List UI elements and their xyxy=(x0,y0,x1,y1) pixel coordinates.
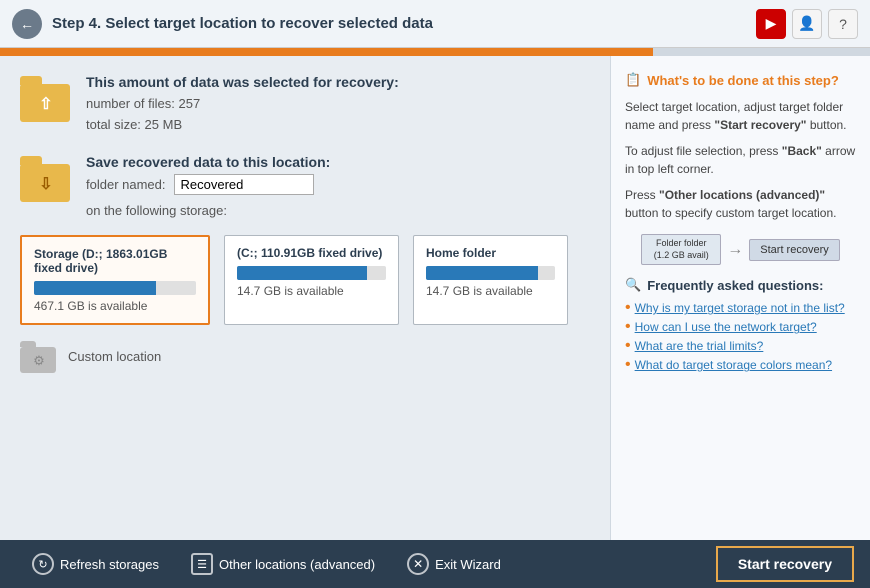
folder-upload-icon: ⇧ xyxy=(20,74,72,122)
what-title-row: 📋 What's to be done at this step? xyxy=(625,72,856,88)
custom-location-label: Custom location xyxy=(68,349,161,364)
storage-home-bar-fill xyxy=(426,266,538,280)
storage-c-bar-bg xyxy=(237,266,386,280)
faq-link-4[interactable]: What do target storage colors mean? xyxy=(635,358,832,372)
other-locations-button[interactable]: ☰ Other locations (advanced) xyxy=(175,540,391,588)
storage-home-available: 14.7 GB is available xyxy=(426,284,555,298)
header-title: Step 4. Select target location to recove… xyxy=(52,15,433,32)
storage-c-available: 14.7 GB is available xyxy=(237,284,386,298)
files-info: number of files: 257 xyxy=(86,94,399,115)
faq-item-4: • What do target storage colors mean? xyxy=(625,358,856,373)
right-desc3: Press "Other locations (advanced)" butto… xyxy=(625,186,856,222)
exit-icon: ✕ xyxy=(407,553,429,575)
what-title: What's to be done at this step? xyxy=(647,73,839,88)
header-icons: ▶ 👤 ? xyxy=(756,9,858,39)
faq-dot-1: • xyxy=(625,300,631,316)
main-content: ⇧ This amount of data was selected for r… xyxy=(0,56,870,540)
folder-name-input[interactable] xyxy=(174,174,314,195)
start-recovery-button[interactable]: Start recovery xyxy=(716,546,854,582)
back-button[interactable]: ← xyxy=(12,9,42,39)
data-selected-text: This amount of data was selected for rec… xyxy=(86,74,399,136)
other-locations-icon: ☰ xyxy=(191,553,213,575)
right-desc2: To adjust file selection, press "Back" a… xyxy=(625,142,856,178)
right-desc1: Select target location, adjust target fo… xyxy=(625,98,856,134)
left-panel: ⇧ This amount of data was selected for r… xyxy=(0,56,610,540)
faq-item-1: • Why is my target storage not in the li… xyxy=(625,301,856,316)
faq-item-3: • What are the trial limits? xyxy=(625,339,856,354)
preview-start-recovery-button[interactable]: Start recovery xyxy=(749,239,839,261)
right-preview: Folder folder(1.2 GB avail) → Start reco… xyxy=(625,234,856,265)
footer: ↻ Refresh storages ☰ Other locations (ad… xyxy=(0,540,870,588)
save-section-text: Save recovered data to this location: fo… xyxy=(86,154,330,222)
storage-home-bar-bg xyxy=(426,266,555,280)
storage-home-title: Home folder xyxy=(426,246,555,260)
exit-label: Exit Wizard xyxy=(435,557,501,572)
data-selected-section: ⇧ This amount of data was selected for r… xyxy=(20,74,590,136)
progress-bar-fill xyxy=(0,48,653,56)
right-content: Select target location, adjust target fo… xyxy=(625,98,856,222)
save-title: Save recovered data to this location: xyxy=(86,154,330,170)
faq-link-3[interactable]: What are the trial limits? xyxy=(635,339,764,353)
faq-dot-3: • xyxy=(625,338,631,354)
preview-folder-button[interactable]: Folder folder(1.2 GB avail) xyxy=(641,234,721,265)
custom-location[interactable]: ⚙ Custom location xyxy=(20,339,590,373)
size-info: total size: 25 MB xyxy=(86,115,399,136)
user-button[interactable]: 👤 xyxy=(792,9,822,39)
refresh-label: Refresh storages xyxy=(60,557,159,572)
storage-d-bar-bg xyxy=(34,281,196,295)
storage-card-d[interactable]: Storage (D:; 1863.01GB fixed drive) 467.… xyxy=(20,235,210,325)
storage-options: Storage (D:; 1863.01GB fixed drive) 467.… xyxy=(20,235,590,325)
faq-dot-4: • xyxy=(625,357,631,373)
storage-d-title: Storage (D:; 1863.01GB fixed drive) xyxy=(34,247,196,275)
right-panel: 📋 What's to be done at this step? Select… xyxy=(610,56,870,540)
faq-icon: 🔍 xyxy=(625,277,641,293)
other-locations-label: Other locations (advanced) xyxy=(219,557,375,572)
refresh-icon: ↻ xyxy=(32,553,54,575)
faq-section: 🔍 Frequently asked questions: • Why is m… xyxy=(625,277,856,373)
header-title-text: Select target location to recover select… xyxy=(105,15,433,32)
start-recovery-label: Start recovery xyxy=(738,556,832,572)
faq-title-text: Frequently asked questions: xyxy=(647,278,823,293)
faq-link-1[interactable]: Why is my target storage not in the list… xyxy=(635,301,845,315)
faq-dot-2: • xyxy=(625,319,631,335)
storage-label: on the following storage: xyxy=(86,201,330,222)
exit-wizard-button[interactable]: ✕ Exit Wizard xyxy=(391,540,517,588)
storage-card-home[interactable]: Home folder 14.7 GB is available xyxy=(413,235,568,325)
what-icon: 📋 xyxy=(625,72,641,88)
folder-label: folder named: xyxy=(86,177,166,192)
header: ← Step 4. Select target location to reco… xyxy=(0,0,870,48)
storage-d-available: 467.1 GB is available xyxy=(34,299,196,313)
storage-card-c[interactable]: (C:; 110.91GB fixed drive) 14.7 GB is av… xyxy=(224,235,399,325)
save-section: ⇩ Save recovered data to this location: … xyxy=(20,154,590,222)
step-label: Step 4. xyxy=(52,15,105,32)
refresh-storages-button[interactable]: ↻ Refresh storages xyxy=(16,540,175,588)
data-selected-title: This amount of data was selected for rec… xyxy=(86,74,399,90)
folder-name-row: folder named: xyxy=(86,174,330,195)
help-button[interactable]: ? xyxy=(828,9,858,39)
faq-title: 🔍 Frequently asked questions: xyxy=(625,277,856,293)
storage-d-bar-fill xyxy=(34,281,156,295)
progress-bar xyxy=(0,48,870,56)
faq-link-2[interactable]: How can I use the network target? xyxy=(635,320,817,334)
storage-c-title: (C:; 110.91GB fixed drive) xyxy=(237,246,386,260)
youtube-button[interactable]: ▶ xyxy=(756,9,786,39)
folder-download-icon: ⇩ xyxy=(20,154,72,202)
custom-location-icon: ⚙ xyxy=(20,339,58,373)
faq-item-2: • How can I use the network target? xyxy=(625,320,856,335)
preview-arrow-icon: → xyxy=(727,241,743,259)
storage-c-bar-fill xyxy=(237,266,367,280)
